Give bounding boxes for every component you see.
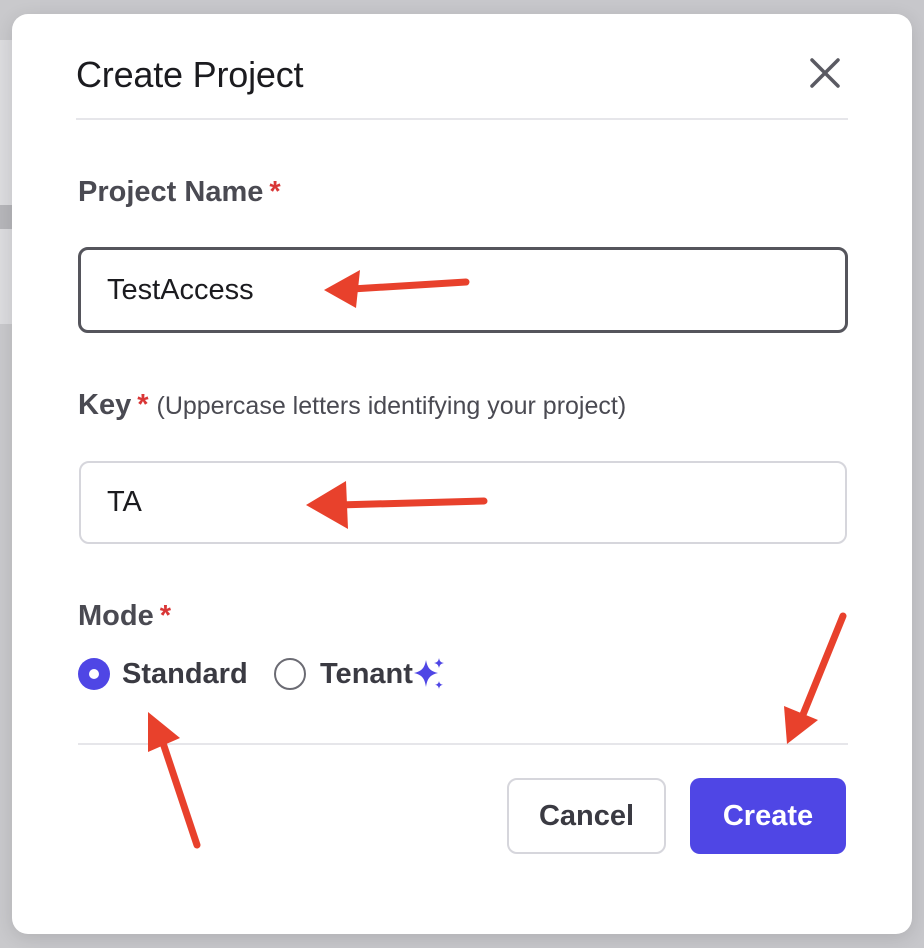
required-marker: * bbox=[269, 176, 281, 208]
key-label-text: Key bbox=[78, 389, 132, 421]
required-marker: * bbox=[137, 389, 149, 421]
footer-divider bbox=[78, 743, 848, 745]
project-name-label-text: Project Name bbox=[78, 176, 264, 208]
close-button[interactable] bbox=[806, 54, 844, 92]
key-input[interactable] bbox=[79, 461, 847, 544]
dialog-title: Create Project bbox=[76, 54, 304, 95]
key-label: Key * (Uppercase letters identifying your … bbox=[78, 389, 626, 422]
mode-label-text: Mode bbox=[78, 600, 154, 632]
mode-label: Mode * bbox=[78, 600, 171, 633]
create-button[interactable]: Create bbox=[690, 778, 846, 854]
radio-tenant-label[interactable]: Tenant bbox=[320, 658, 413, 690]
sparkle-icon bbox=[414, 658, 444, 689]
close-icon bbox=[810, 58, 840, 88]
create-project-dialog: Create Project Project Name* Key*(Upperc… bbox=[12, 14, 912, 934]
radio-standard[interactable] bbox=[78, 658, 110, 690]
project-name-input[interactable] bbox=[78, 247, 848, 333]
key-hint: (Uppercase letters identifying your proj… bbox=[156, 392, 627, 420]
cancel-button[interactable]: Cancel bbox=[507, 778, 666, 854]
radio-tenant[interactable] bbox=[274, 658, 306, 690]
required-marker: * bbox=[159, 600, 172, 632]
dialog-header: Create Project bbox=[76, 14, 848, 120]
project-name-label: Project Name * bbox=[78, 176, 281, 209]
radio-standard-label[interactable]: Standard bbox=[122, 658, 248, 690]
